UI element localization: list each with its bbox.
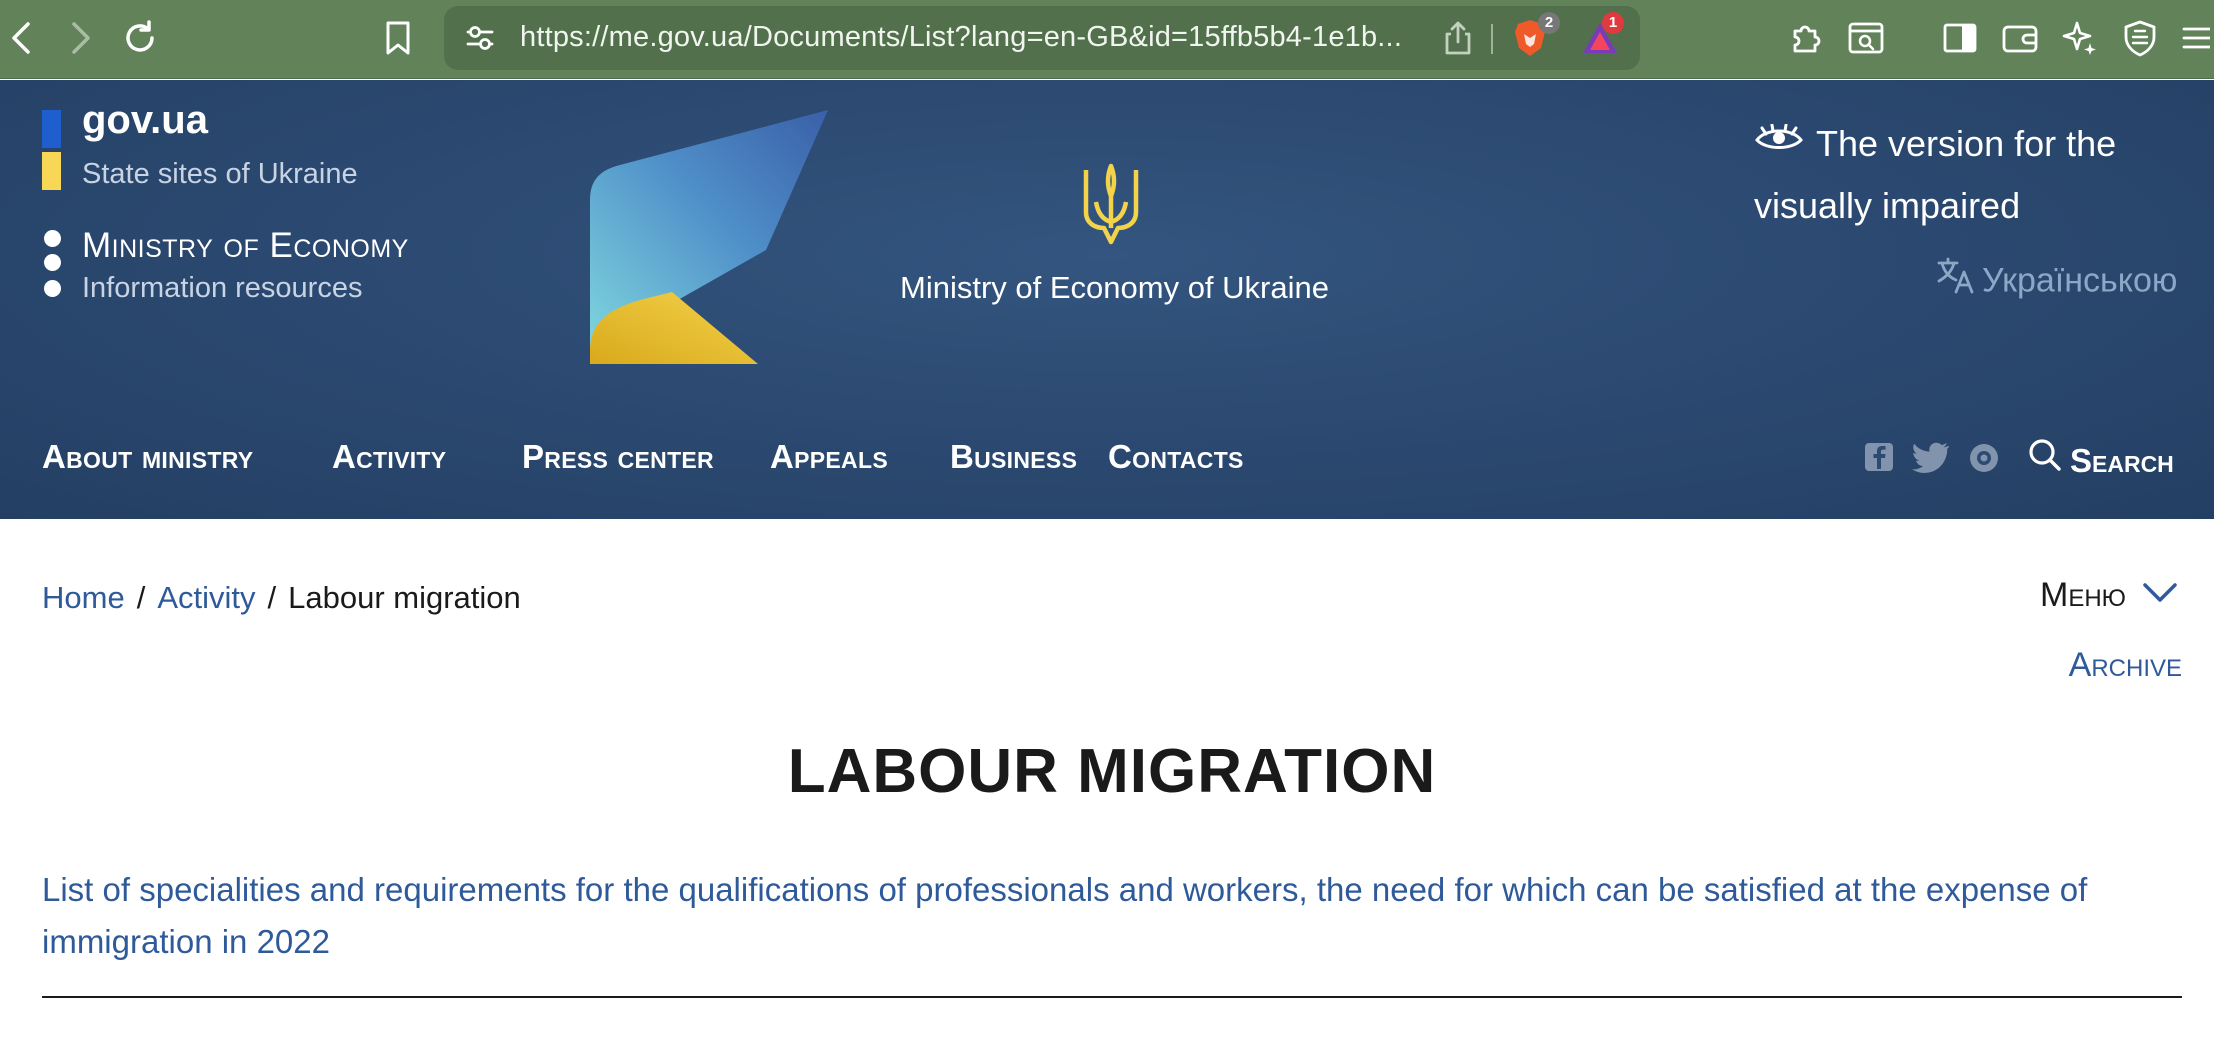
search-icon [2028, 438, 2062, 480]
breadcrumb-activity[interactable]: Activity [157, 580, 255, 615]
address-bar[interactable]: https://me.gov.ua/Documents/List?lang=en… [444, 6, 1640, 70]
wallet-icon[interactable] [1998, 16, 2042, 60]
instagram-icon[interactable] [1968, 442, 2000, 479]
search-button[interactable]: Search [2028, 439, 2174, 484]
site-header: gov.ua State sites of Ukraine Ministry o… [0, 80, 2214, 519]
language-switch-label: Українською [1982, 261, 2178, 300]
site-settings-icon[interactable] [462, 20, 498, 56]
document-divider [42, 996, 2182, 998]
back-icon[interactable] [0, 16, 44, 60]
translate-icon [1936, 255, 1976, 304]
nav-item-about-ministry[interactable]: About ministry [42, 438, 253, 476]
nav-item-contacts[interactable]: Contacts [1108, 438, 1244, 476]
extensions-icon[interactable] [1784, 16, 1828, 60]
menu-toggle-label: Меню [2040, 576, 2126, 614]
visually-impaired-link[interactable]: The version for the visually impaired [1754, 114, 2174, 236]
chevron-down-icon [2142, 575, 2178, 614]
ministry-name-link[interactable]: Ministry of Economy [82, 226, 409, 266]
ministry-of-economy-title[interactable]: Ministry of Economy of Ukraine [900, 270, 1329, 306]
leo-ai-icon[interactable] [2058, 16, 2102, 60]
nav-item-appeals[interactable]: Appeals [770, 438, 888, 476]
gov-ua-logo-text[interactable]: gov.ua [82, 98, 208, 143]
language-switch[interactable]: Українською [1936, 255, 2178, 307]
facebook-icon[interactable] [1864, 442, 1894, 477]
state-sites-link[interactable]: State sites of Ukraine [82, 158, 358, 191]
breadcrumb-separator: / [267, 580, 277, 615]
shields-count-badge: 2 [1538, 12, 1560, 34]
breadcrumb-current: Labour migration [288, 580, 521, 615]
eye-icon [1754, 112, 1804, 172]
url-text[interactable]: https://me.gov.ua/Documents/List?lang=en… [520, 21, 1402, 54]
bookmark-icon[interactable] [376, 16, 420, 60]
section-menu-toggle[interactable]: Меню [2040, 576, 2178, 617]
breadcrumb-separator: / [136, 580, 146, 615]
url-divider [1491, 24, 1493, 54]
sidebar-icon[interactable] [1938, 16, 1982, 60]
forward-icon[interactable] [58, 16, 102, 60]
menu-hamburger-icon[interactable] [2176, 16, 2214, 60]
breadcrumb: Home / Activity / Labour migration [42, 580, 521, 616]
visually-impaired-label: The version for the visually impaired [1754, 123, 2117, 227]
twitter-icon[interactable] [1912, 442, 1950, 479]
nav-item-activity[interactable]: Activity [332, 438, 446, 476]
archive-link[interactable]: Archive [2060, 646, 2182, 685]
ministry-ribbon-logo [590, 110, 828, 364]
reader-mode-icon[interactable] [1844, 16, 1888, 60]
document-link[interactable]: List of specialities and requirements fo… [42, 864, 2182, 968]
page-title: LABOUR MIGRATION [787, 737, 1437, 806]
trident-emblem-icon [1083, 163, 1139, 245]
flag-blue-stripe [42, 110, 61, 148]
browser-toolbar: https://me.gov.ua/Documents/List?lang=en… [0, 0, 2214, 79]
share-icon[interactable] [1442, 20, 1474, 56]
flag-yellow-stripe [42, 152, 61, 190]
information-resources-link[interactable]: Information resources [82, 272, 362, 305]
reload-icon[interactable] [118, 16, 162, 60]
ministry-dots-icon [42, 230, 62, 302]
vpn-shield-icon[interactable] [2118, 16, 2162, 60]
breadcrumb-home[interactable]: Home [42, 580, 125, 615]
nav-item-press-center[interactable]: Press center [522, 438, 714, 476]
search-label: Search [2070, 442, 2174, 479]
nav-item-business[interactable]: Business [950, 438, 1077, 476]
rewards-count-badge: 1 [1602, 12, 1624, 34]
